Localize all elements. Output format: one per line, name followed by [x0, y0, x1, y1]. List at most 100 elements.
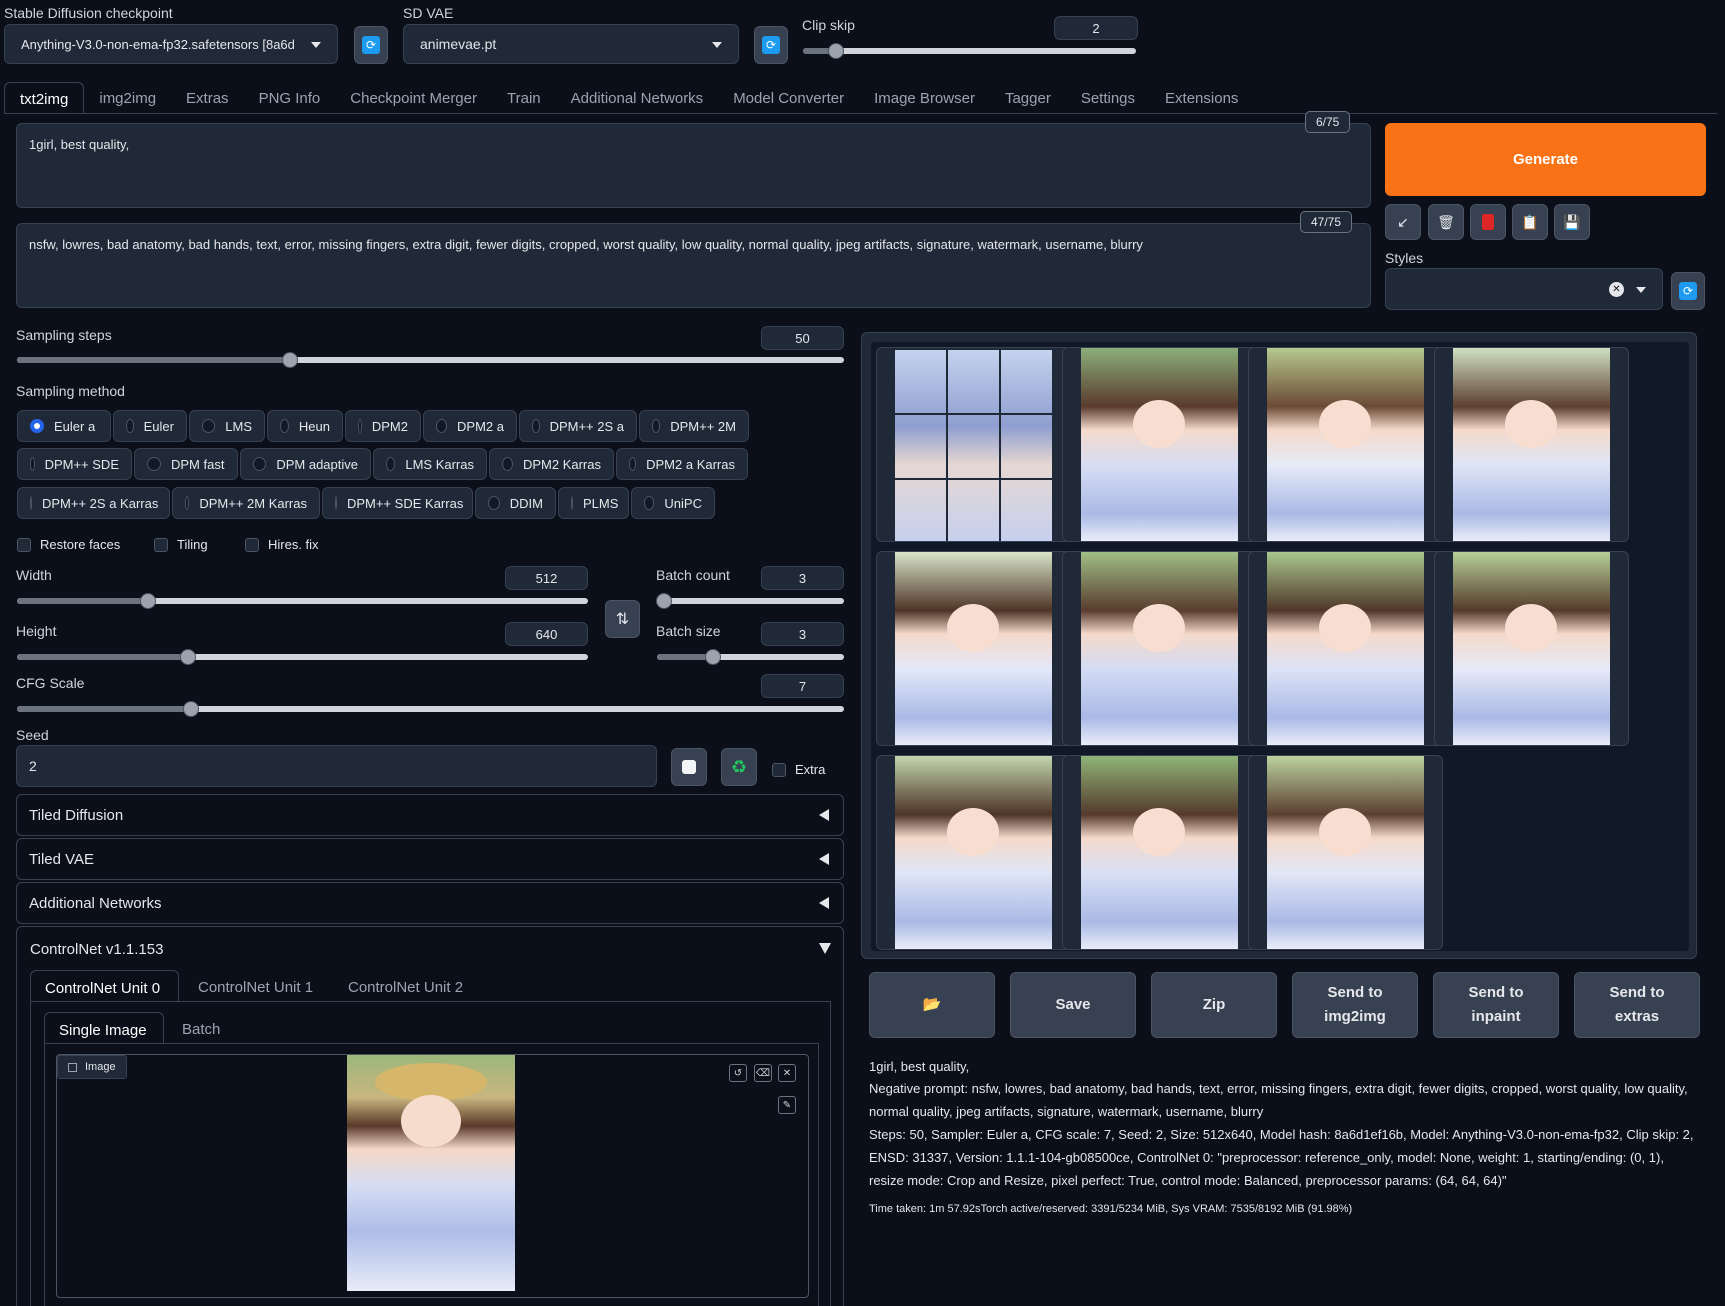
sampler-option-dpm-fast[interactable]: DPM fast: [134, 448, 238, 480]
sampler-option-dpm2-a-karras[interactable]: DPM2 a Karras: [616, 448, 748, 480]
read-params-button[interactable]: ↙: [1385, 204, 1421, 240]
tab-train[interactable]: Train: [492, 82, 556, 114]
cfg-input[interactable]: 7: [761, 674, 844, 698]
tab-controlnet-unit-1[interactable]: ControlNet Unit 1: [198, 979, 313, 996]
height-input[interactable]: 640: [505, 622, 588, 646]
random-seed-button[interactable]: [671, 748, 707, 786]
clear-icon[interactable]: ✕: [1609, 282, 1624, 297]
sampler-option-dpm-2m[interactable]: DPM++ 2M: [639, 410, 749, 442]
sampler-option-lms-karras[interactable]: LMS Karras: [373, 448, 487, 480]
steps-slider[interactable]: [17, 357, 844, 363]
sampler-option-euler-a[interactable]: Euler a: [17, 410, 111, 442]
save-button[interactable]: Save: [1010, 972, 1136, 1038]
sampler-option-dpm-2s-a-karras[interactable]: DPM++ 2S a Karras: [17, 487, 170, 519]
gallery-thumbnail[interactable]: [876, 755, 1071, 950]
gallery-thumbnail[interactable]: [1248, 347, 1443, 542]
extra-seed-checkbox[interactable]: Extra: [772, 762, 825, 777]
clip-skip-slider[interactable]: [803, 48, 1136, 54]
sampler-option-dpm-sde-karras[interactable]: DPM++ SDE Karras: [322, 487, 473, 519]
tab-batch[interactable]: Batch: [182, 1021, 220, 1038]
undo-icon[interactable]: ↺: [729, 1064, 747, 1082]
gallery-thumbnail[interactable]: [876, 347, 1071, 542]
vae-dropdown[interactable]: animevae.pt: [403, 24, 739, 64]
save-style-button[interactable]: 💾: [1554, 204, 1590, 240]
seed-input[interactable]: 2: [16, 745, 657, 787]
sampler-option-plms[interactable]: PLMS: [558, 487, 629, 519]
sampler-option-euler[interactable]: Euler: [113, 410, 187, 442]
batch-size-slider[interactable]: [657, 654, 844, 660]
tab-extensions[interactable]: Extensions: [1150, 82, 1253, 114]
clear-prompt-button[interactable]: 🗑: [1428, 204, 1464, 240]
tab-tagger[interactable]: Tagger: [990, 82, 1066, 114]
send-to-inpaint-button[interactable]: Send to inpaint: [1433, 972, 1559, 1038]
refresh-vae-button[interactable]: ⟳: [754, 26, 788, 64]
reuse-seed-button[interactable]: ♻: [721, 748, 757, 786]
checkpoint-dropdown[interactable]: Anything-V3.0-non-ema-fp32.safetensors […: [4, 24, 338, 64]
clip-skip-input[interactable]: 2: [1054, 16, 1138, 40]
tab-image-browser[interactable]: Image Browser: [859, 82, 990, 114]
gallery-thumbnail[interactable]: [1062, 551, 1257, 746]
accordion-tiled-diffusion[interactable]: Tiled Diffusion: [16, 794, 844, 836]
sampler-option-dpm-adaptive[interactable]: DPM adaptive: [240, 448, 371, 480]
extra-networks-button[interactable]: [1470, 204, 1506, 240]
tab-settings[interactable]: Settings: [1066, 82, 1150, 114]
accordion-tiled-vae[interactable]: Tiled VAE: [16, 838, 844, 880]
sampler-option-unipc[interactable]: UniPC: [631, 487, 715, 519]
send-to-extras-button[interactable]: Send to extras: [1574, 972, 1700, 1038]
sampler-option-ddim[interactable]: DDIM: [475, 487, 556, 519]
gallery-thumbnail[interactable]: [1434, 347, 1629, 542]
tab-additional-networks[interactable]: Additional Networks: [556, 82, 719, 114]
sampler-option-lms[interactable]: LMS: [189, 410, 265, 442]
tab-txt2img[interactable]: txt2img: [4, 82, 84, 114]
send-to-img2img-button[interactable]: Send to img2img: [1292, 972, 1418, 1038]
width-input[interactable]: 512: [505, 566, 588, 590]
accordion-additional-networks[interactable]: Additional Networks: [16, 882, 844, 924]
generate-button[interactable]: Generate: [1385, 123, 1706, 196]
tab-controlnet-unit-2[interactable]: ControlNet Unit 2: [348, 979, 463, 996]
refresh-checkpoint-button[interactable]: ⟳: [354, 26, 388, 64]
sampler-option-dpm-2s-a[interactable]: DPM++ 2S a: [519, 410, 637, 442]
eraser-icon[interactable]: ⌫: [754, 1064, 772, 1082]
gallery-thumbnail[interactable]: [1062, 755, 1257, 950]
tab-model-converter[interactable]: Model Converter: [718, 82, 859, 114]
sampler-option-dpm2-a[interactable]: DPM2 a: [423, 410, 517, 442]
expand-arrow-icon[interactable]: [819, 943, 831, 954]
sampler-option-heun[interactable]: Heun: [267, 410, 343, 442]
batch-count-input[interactable]: 3: [761, 566, 844, 590]
image-upload-area[interactable]: Image ↺ ⌫ ✕ ✎: [56, 1054, 809, 1298]
sampler-option-dpm-2m-karras[interactable]: DPM++ 2M Karras: [172, 487, 320, 519]
close-icon[interactable]: ✕: [778, 1064, 796, 1082]
gallery-thumbnail[interactable]: [876, 551, 1071, 746]
tab-single-image[interactable]: Single Image: [44, 1012, 164, 1044]
sampler-option-dpm-sde[interactable]: DPM++ SDE: [17, 448, 132, 480]
sampler-option-dpm2[interactable]: DPM2: [345, 410, 421, 442]
gallery-thumbnail[interactable]: [1248, 755, 1443, 950]
apply-style-button[interactable]: 📋: [1512, 204, 1548, 240]
tab-png-info[interactable]: PNG Info: [244, 82, 336, 114]
styles-dropdown[interactable]: ✕: [1385, 268, 1663, 310]
controlnet-title[interactable]: ControlNet v1.1.153: [30, 941, 163, 958]
width-slider[interactable]: [17, 598, 588, 604]
brush-icon[interactable]: ✎: [778, 1096, 796, 1114]
hires-fix-checkbox[interactable]: Hires. fix: [245, 537, 319, 552]
batch-size-input[interactable]: 3: [761, 622, 844, 646]
gallery-thumbnail[interactable]: [1248, 551, 1443, 746]
cfg-slider[interactable]: [17, 706, 844, 712]
height-slider[interactable]: [17, 654, 588, 660]
sampler-option-dpm2-karras[interactable]: DPM2 Karras: [489, 448, 614, 480]
prompt-textarea[interactable]: 1girl, best quality,: [16, 123, 1371, 208]
batch-count-slider[interactable]: [657, 598, 844, 604]
tab-img2img[interactable]: img2img: [84, 82, 171, 114]
tiling-checkbox[interactable]: Tiling: [154, 537, 208, 552]
swap-dimensions-button[interactable]: ⇅: [605, 600, 640, 638]
tab-extras[interactable]: Extras: [171, 82, 244, 114]
negative-prompt-textarea[interactable]: nsfw, lowres, bad anatomy, bad hands, te…: [16, 223, 1371, 308]
refresh-styles-button[interactable]: ⟳: [1671, 272, 1705, 310]
steps-input[interactable]: 50: [761, 326, 844, 350]
tab-controlnet-unit-0[interactable]: ControlNet Unit 0: [30, 970, 179, 1002]
gallery-thumbnail[interactable]: [1062, 347, 1257, 542]
restore-faces-checkbox[interactable]: Restore faces: [17, 537, 120, 552]
zip-button[interactable]: Zip: [1151, 972, 1277, 1038]
gallery-thumbnail[interactable]: [1434, 551, 1629, 746]
open-folder-button[interactable]: 📂: [869, 972, 995, 1038]
